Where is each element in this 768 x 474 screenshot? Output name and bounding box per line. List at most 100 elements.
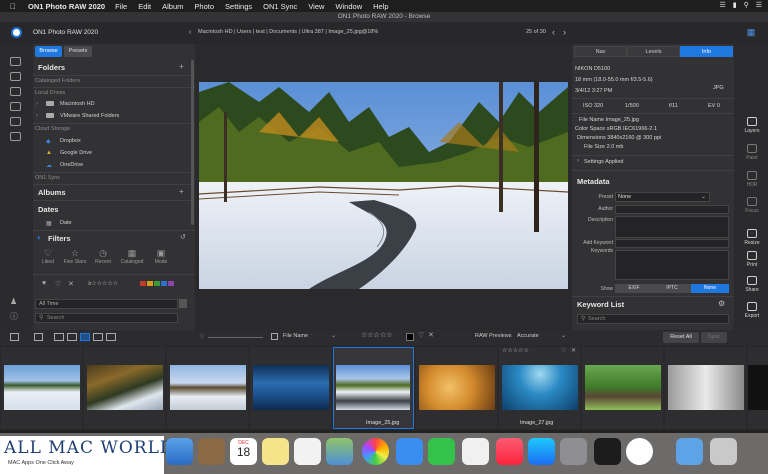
sort-field[interactable]: File Name <box>283 333 308 339</box>
maps-icon[interactable] <box>326 438 353 465</box>
terminal-icon[interactable] <box>594 438 621 465</box>
folder-icon[interactable] <box>10 132 21 141</box>
heart-icon[interactable]: ♡ <box>418 331 424 339</box>
heart-icon[interactable]: ♡ <box>561 347 566 354</box>
detail-view-icon[interactable] <box>80 333 90 341</box>
chevron-right-icon[interactable]: › <box>577 158 579 164</box>
module-resize[interactable]: Resize <box>736 229 768 246</box>
sync-button[interactable]: Sync <box>701 332 727 343</box>
menu-settings[interactable]: Settings <box>225 2 252 11</box>
unlike-filter-icon[interactable]: ♡ <box>55 280 61 288</box>
camera-icon[interactable] <box>10 72 21 81</box>
tab-browse[interactable]: Browse <box>35 46 62 57</box>
browse-module-icon[interactable]: ▦ <box>742 27 760 39</box>
star-rating[interactable]: ☆☆☆☆☆ <box>361 331 392 339</box>
menu-photo[interactable]: Photo <box>194 2 214 11</box>
show-exif[interactable]: EXIF <box>615 284 653 293</box>
preset-select[interactable]: None ⌄ <box>615 192 710 202</box>
trash-icon[interactable] <box>710 438 737 465</box>
chevron-left-icon[interactable]: ‹ <box>189 29 191 36</box>
color-label-blue[interactable] <box>161 281 167 286</box>
app-store-icon[interactable] <box>528 438 555 465</box>
spotlight-icon[interactable]: ⚲ <box>744 1 749 9</box>
module-layers[interactable]: Layers <box>736 117 768 134</box>
filter-mode[interactable]: ▣ Mode <box>150 248 172 265</box>
color-label-green[interactable] <box>154 281 160 286</box>
like-filter-icon[interactable]: ♥ <box>42 280 46 287</box>
notes-book-icon[interactable] <box>198 438 225 465</box>
photos-icon[interactable] <box>362 438 389 465</box>
gear-icon[interactable]: ⚙ <box>718 299 725 308</box>
keyword-search-input[interactable]: ⚲ Search <box>577 314 729 324</box>
module-share[interactable]: Share <box>736 276 768 293</box>
reset-all-button[interactable]: Reset All <box>663 332 699 343</box>
menu-view[interactable]: View <box>308 2 324 11</box>
browse-search-input[interactable]: ⚲ Search <box>35 313 178 323</box>
calendar-icon[interactable]: DEC 18 <box>230 438 257 465</box>
notes-icon[interactable] <box>262 438 289 465</box>
tab-levels[interactable]: Levels <box>627 46 680 57</box>
tab-info[interactable]: Info <box>680 46 733 57</box>
drive-macintosh-hd[interactable]: Macintosh HD <box>60 101 95 107</box>
chevron-down-icon[interactable]: ⌄ <box>561 332 566 339</box>
reminders-icon[interactable] <box>294 438 321 465</box>
next-image-icon[interactable]: › <box>563 27 566 37</box>
menu-edit[interactable]: Edit <box>138 2 151 11</box>
main-photo[interactable] <box>199 82 568 289</box>
color-label-purple[interactable] <box>168 281 174 286</box>
metadata-heading[interactable]: Metadata <box>577 177 610 186</box>
grid-view-icon[interactable] <box>54 333 64 341</box>
sort-checkbox[interactable] <box>271 333 278 340</box>
thumbnail[interactable] <box>668 365 744 410</box>
zoom-slider[interactable] <box>208 337 263 338</box>
module-print[interactable]: Print <box>736 251 768 268</box>
menu-window[interactable]: Window <box>335 2 362 11</box>
thumbnail[interactable] <box>170 365 246 410</box>
menu-on1-sync[interactable]: ON1 Sync <box>263 2 297 11</box>
thumbnail[interactable] <box>253 365 329 410</box>
show-iptc[interactable]: IPTC <box>653 284 691 293</box>
dates-heading[interactable]: Dates <box>38 205 58 214</box>
keywords-field[interactable] <box>615 250 729 280</box>
color-label-yellow[interactable] <box>147 281 153 286</box>
thumbnail[interactable] <box>585 365 661 410</box>
on1-photo-raw-icon[interactable] <box>626 438 653 465</box>
finder-icon[interactable] <box>166 438 193 465</box>
breadcrumb-path[interactable]: Macintosh HD | Users | test | Documents … <box>198 29 378 35</box>
drive-icon[interactable] <box>10 87 21 96</box>
messages-icon[interactable] <box>396 438 423 465</box>
date-range-select[interactable]: All Time <box>35 299 178 309</box>
downloads-folder-icon[interactable] <box>676 438 703 465</box>
facetime-icon[interactable] <box>428 438 455 465</box>
map-view-icon[interactable] <box>106 333 116 341</box>
module-focus[interactable]: Focus <box>736 197 768 214</box>
reject-icon[interactable]: ✕ <box>571 347 576 354</box>
star-rating-filter[interactable]: ≥☆☆☆☆☆ <box>88 280 118 287</box>
menu-app-name[interactable]: ON1 Photo RAW 2020 <box>28 2 105 11</box>
thumbnail-selected[interactable] <box>336 365 410 410</box>
date-item[interactable]: Date <box>60 220 72 226</box>
module-export[interactable]: Export <box>736 302 768 319</box>
system-preferences-icon[interactable] <box>560 438 587 465</box>
menu-album[interactable]: Album <box>162 2 183 11</box>
cloud-dropbox[interactable]: Dropbox <box>60 138 81 144</box>
zoom-out-icon[interactable]: ☆ <box>199 332 205 340</box>
keyword-list-heading[interactable]: Keyword List <box>577 300 624 309</box>
chevron-right-icon[interactable]: › <box>36 101 38 107</box>
cloud-google-drive[interactable]: Google Drive <box>60 150 92 156</box>
browse-scrollbar[interactable] <box>191 60 194 225</box>
folders-heading[interactable]: Folders <box>38 63 65 72</box>
previous-image-icon[interactable]: ‹ <box>552 27 555 37</box>
drive-vmware-shared[interactable]: VMware Shared Folders <box>60 113 119 119</box>
compare-icon[interactable] <box>34 333 43 341</box>
cloud-onedrive[interactable]: OneDrive <box>60 162 83 168</box>
control-center-icon[interactable]: ☰ <box>756 1 762 9</box>
news-icon[interactable] <box>462 438 489 465</box>
tab-presets[interactable]: Presets <box>64 46 92 57</box>
chevron-right-icon[interactable]: › <box>36 113 38 119</box>
filter-liked[interactable]: ♡ Liked <box>38 248 58 265</box>
wifi-icon[interactable]: ☰ <box>719 1 725 9</box>
author-field[interactable] <box>615 205 729 214</box>
filters-heading[interactable]: Filters <box>48 234 71 243</box>
thumbnail[interactable] <box>4 365 80 410</box>
